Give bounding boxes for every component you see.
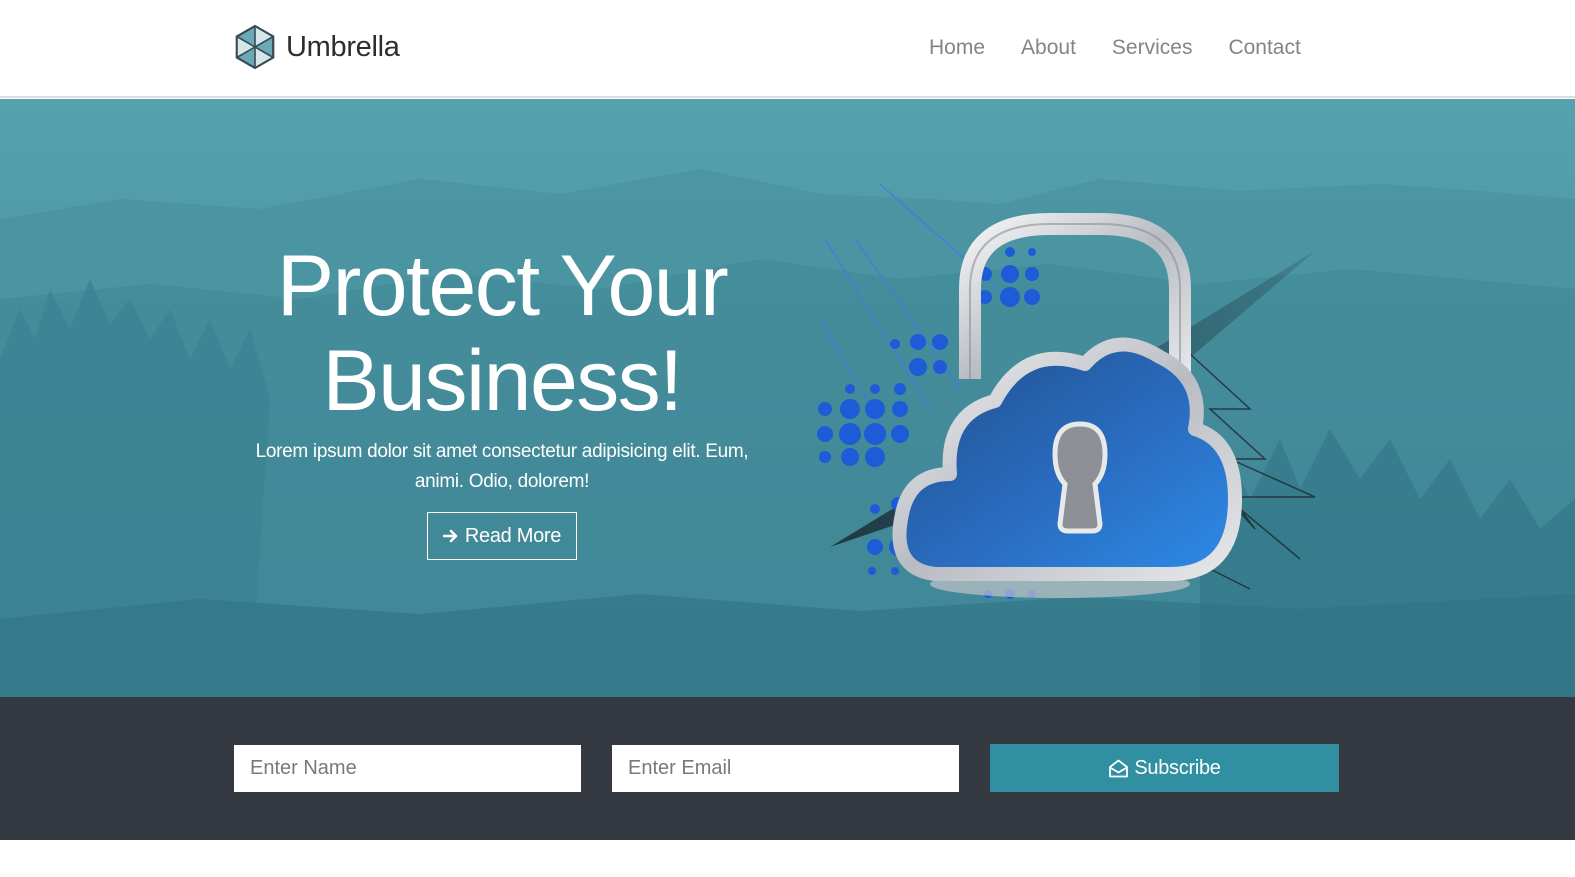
nav-contact-link[interactable]: Contact xyxy=(1210,30,1318,66)
cloud-padlock-illustration xyxy=(817,183,1316,599)
navbar: Umbrella Home About Services Contact xyxy=(0,0,1575,98)
brand-name: Umbrella xyxy=(286,30,400,63)
envelope-open-icon xyxy=(1109,759,1129,777)
name-input[interactable] xyxy=(234,745,581,792)
umbrella-logo-icon xyxy=(235,24,275,70)
hero-section: Protect Your Business! Lorem ipsum dolor… xyxy=(0,99,1575,697)
nav-home-link[interactable]: Home xyxy=(911,30,1003,66)
brand-link[interactable]: Umbrella xyxy=(232,22,400,72)
email-input[interactable] xyxy=(612,745,959,792)
nav-services-link[interactable]: Services xyxy=(1094,30,1211,66)
main-nav: Home About Services Contact xyxy=(911,30,1319,66)
nav-about-link[interactable]: About xyxy=(1003,30,1094,66)
read-more-label: Read More xyxy=(464,524,562,547)
hero-title: Protect Your Business! xyxy=(276,238,729,429)
arrow-right-icon xyxy=(442,529,458,543)
subscribe-bar: Subscribe xyxy=(0,697,1575,840)
hero-text: Lorem ipsum dolor sit amet consectetur a… xyxy=(255,441,749,492)
subscribe-label: Subscribe xyxy=(1134,756,1221,779)
read-more-button[interactable]: Read More xyxy=(427,512,577,560)
page-bottom xyxy=(0,840,1575,877)
subscribe-button[interactable]: Subscribe xyxy=(990,744,1339,792)
